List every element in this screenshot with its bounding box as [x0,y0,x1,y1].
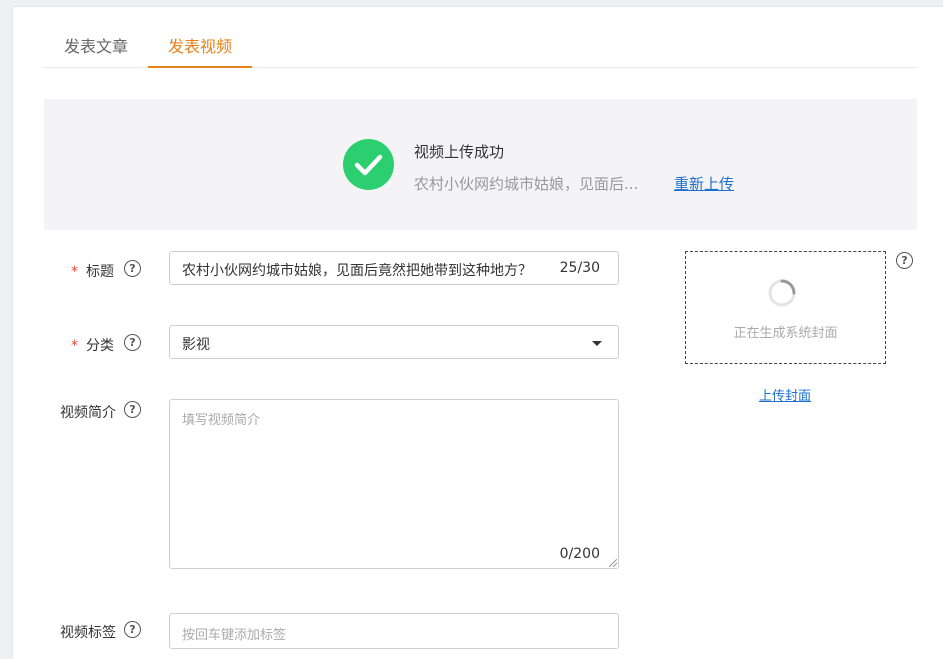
category-select[interactable]: 影视 [169,325,619,359]
upload-cover-link[interactable]: 上传封面 [759,385,811,404]
description-textarea[interactable]: 填写视频简介 0/200 [169,399,619,569]
tab-publish-video[interactable]: 发表视频 [168,37,232,57]
cover-help-icon[interactable]: ? [896,252,913,269]
description-placeholder: 填写视频简介 [182,413,261,428]
title-input[interactable]: 农村小伙网约城市姑娘，见面后竟然把她带到这种地方？ 25/30 [169,251,619,285]
cover-preview[interactable]: 正在生成系统封面 [685,251,886,364]
description-help-icon[interactable]: ? [124,401,141,418]
uploaded-filename: 农村小伙网约城市姑娘，见面后... [414,175,639,193]
loading-spinner-icon [768,279,796,307]
tags-input[interactable]: 按回车键添加标签 [169,613,619,649]
title-help-icon[interactable]: ? [124,260,141,277]
category-label: * 分类 [71,338,114,354]
upload-success-text: 视频上传成功 [414,143,505,161]
publish-tabs: 发表文章 发表视频 [44,7,917,68]
cover-generating-text: 正在生成系统封面 [733,326,838,341]
description-label: 视频简介 [60,405,116,421]
tags-placeholder: 按回车键添加标签 [182,628,287,643]
required-mark: * [71,338,78,354]
tab-publish-article[interactable]: 发表文章 [64,37,128,57]
upload-status-banner: 视频上传成功 农村小伙网约城市姑娘，见面后... 重新上传 [44,99,917,230]
required-mark: * [71,264,78,280]
chevron-down-icon [592,341,602,346]
tags-help-icon[interactable]: ? [124,621,141,638]
category-help-icon[interactable]: ? [124,334,141,351]
category-value: 影视 [182,337,210,353]
success-check-icon [343,139,394,190]
title-value: 农村小伙网约城市姑娘，见面后竟然把她带到这种地方？ [182,263,532,279]
tags-label: 视频标签 [60,625,116,641]
publish-panel: 发表文章 发表视频 视频上传成功 农村小伙网约城市姑娘，见面后... 重新上传 … [12,6,943,659]
active-tab-indicator [148,66,252,68]
resize-handle-icon[interactable] [609,559,617,567]
title-label: * 标题 [71,264,114,280]
description-char-count: 0/200 [559,546,600,562]
reupload-link[interactable]: 重新上传 [674,173,734,194]
title-char-count: 25/30 [559,260,600,276]
